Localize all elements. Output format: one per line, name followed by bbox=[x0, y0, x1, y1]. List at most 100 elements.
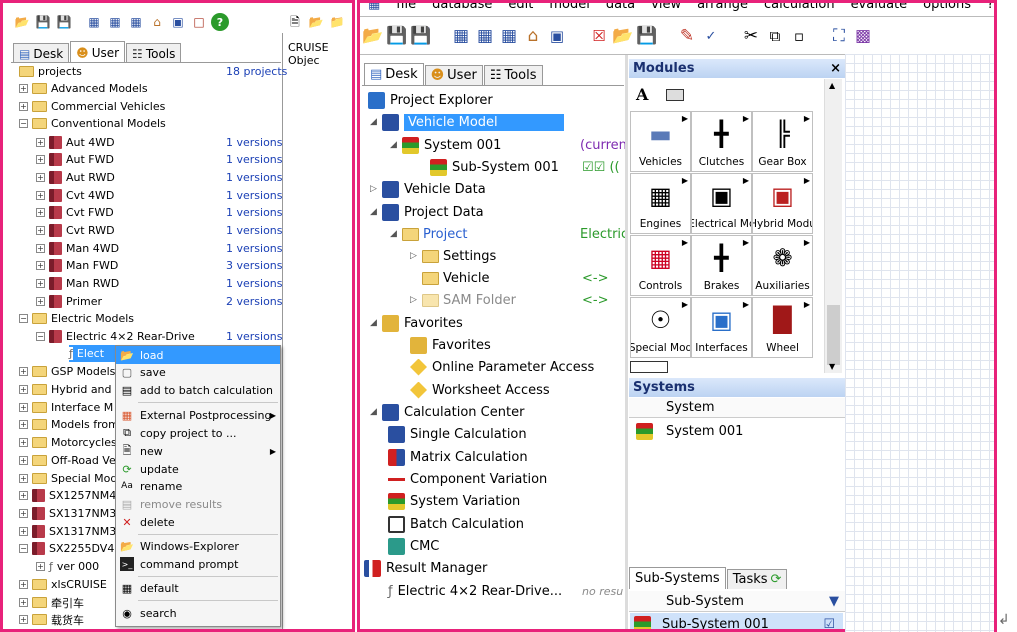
tool-c-icon[interactable]: ▦ bbox=[127, 13, 145, 31]
new-file-icon[interactable]: 🗎 bbox=[286, 13, 304, 31]
tab-desk[interactable]: ▤ Desk bbox=[364, 63, 424, 85]
tree-item[interactable]: + Cvt FWD bbox=[36, 204, 114, 221]
tree-item-result[interactable]: ƒ Electric 4×2 Rear-Drive... bbox=[388, 580, 562, 602]
save-as-icon[interactable]: 💾 bbox=[55, 13, 73, 31]
module-vehicles[interactable]: ▶ ▬ Vehicles bbox=[630, 111, 691, 172]
module-controls[interactable]: ▶ ▦ Controls bbox=[630, 235, 691, 296]
tree-item-single-calc[interactable]: Single Calculation bbox=[388, 423, 527, 445]
expand-icon[interactable]: + bbox=[36, 155, 45, 164]
scroll-down-icon[interactable]: ▼ bbox=[829, 362, 835, 371]
menu-model[interactable]: model bbox=[549, 3, 589, 15]
expand-icon[interactable]: + bbox=[36, 173, 45, 182]
expand-icon[interactable]: + bbox=[19, 598, 28, 607]
copy-icon[interactable]: ⧉ bbox=[766, 27, 784, 45]
expand-icon[interactable]: + bbox=[19, 580, 28, 589]
more-modules-icon[interactable] bbox=[630, 361, 668, 373]
module-engines[interactable]: ▶ ▦ Engines bbox=[630, 173, 691, 234]
menu-view[interactable]: view bbox=[651, 3, 681, 15]
tree-item[interactable]: + xlsCRUISE bbox=[19, 576, 107, 593]
tree-item[interactable]: + Aut 4WD bbox=[36, 134, 115, 151]
menu-database[interactable]: database bbox=[432, 3, 492, 15]
expand-icon[interactable]: + bbox=[19, 84, 28, 93]
text-tool-icon[interactable]: A bbox=[636, 85, 648, 104]
expand-icon[interactable]: + bbox=[19, 615, 28, 624]
modules-scrollbar[interactable]: ▲ ▼ bbox=[824, 79, 842, 373]
expand-arrow-icon[interactable]: ▷ bbox=[370, 184, 382, 194]
tree-item-system-variation[interactable]: System Variation bbox=[388, 490, 520, 512]
expand-icon[interactable]: + bbox=[36, 297, 45, 306]
open-icon[interactable]: 📂 bbox=[307, 13, 325, 31]
menu-item-windows-explorer[interactable]: 📂 Windows-Explorer bbox=[116, 537, 280, 555]
tree-item-projects[interactable]: projects bbox=[19, 63, 82, 80]
menu-item-search[interactable]: ◉ search bbox=[116, 604, 280, 622]
expand-icon[interactable]: + bbox=[19, 509, 28, 518]
tab-tools[interactable]: ☷ Tools bbox=[483, 65, 543, 85]
tab-desk[interactable]: ▤ Desk bbox=[13, 43, 70, 63]
tree-item[interactable]: + Man RWD bbox=[36, 275, 119, 292]
help-icon[interactable]: ? bbox=[211, 13, 229, 31]
tree-item[interactable]: + SX1317NM3 bbox=[19, 523, 116, 540]
menu-options[interactable]: options bbox=[923, 3, 971, 15]
model-tool-c-icon[interactable]: ▦ bbox=[500, 27, 518, 45]
menu-item-copy-project[interactable]: ⧉ copy project to ... bbox=[116, 424, 280, 442]
tree-item-worksheet[interactable]: Worksheet Access bbox=[410, 379, 550, 401]
menu-item-update[interactable]: ⟳ update bbox=[116, 460, 280, 478]
collapse-arrow-icon[interactable]: ◢ bbox=[390, 229, 402, 239]
tree-item[interactable]: − Electric Models bbox=[19, 310, 134, 327]
menu-edit[interactable]: edit bbox=[508, 3, 533, 15]
menu-help[interactable]: ? bbox=[987, 3, 994, 15]
systems-column-header[interactable]: System bbox=[629, 398, 845, 418]
pane-splitter[interactable] bbox=[625, 55, 628, 629]
tree-item-favorites-sub[interactable]: Favorites bbox=[410, 334, 491, 356]
collapse-icon[interactable]: − bbox=[19, 119, 28, 128]
filter-icon[interactable]: ▼ bbox=[829, 594, 839, 609]
scroll-up-icon[interactable]: ▲ bbox=[829, 81, 835, 90]
tree-item[interactable]: + Advanced Models bbox=[19, 80, 148, 97]
tree-item-project-explorer[interactable]: Project Explorer bbox=[368, 89, 493, 111]
module-gearbox[interactable]: ▶ ╠ Gear Box bbox=[752, 111, 813, 172]
module-hybrid[interactable]: ▶ ▣ Hybrid Modu bbox=[752, 173, 813, 234]
tree-item[interactable]: + Off-Road Ve bbox=[19, 452, 116, 469]
module-electrical[interactable]: ▶ ▣ Electrical Mc bbox=[691, 173, 752, 234]
tree-item[interactable]: + Primer bbox=[36, 293, 102, 310]
monitor-icon[interactable]: ▣ bbox=[169, 13, 187, 31]
expand-icon[interactable]: + bbox=[36, 208, 45, 217]
expand-icon[interactable]: + bbox=[19, 456, 28, 465]
expand-icon[interactable]: + bbox=[19, 474, 28, 483]
tree-item-result-manager[interactable]: Result Manager bbox=[364, 557, 487, 579]
expand-icon[interactable]: + bbox=[36, 562, 45, 571]
scroll-thumb[interactable] bbox=[827, 305, 840, 365]
save-icon[interactable]: 💾 bbox=[34, 13, 52, 31]
expand-icon[interactable]: + bbox=[36, 138, 45, 147]
menu-evaluate[interactable]: evaluate bbox=[851, 3, 908, 15]
tree-item-sam-folder[interactable]: ▷ SAM Folder bbox=[410, 289, 516, 311]
expand-icon[interactable]: + bbox=[36, 226, 45, 235]
collapse-arrow-icon[interactable]: ◢ bbox=[370, 117, 382, 127]
folder-icon[interactable]: 📂 bbox=[612, 27, 633, 45]
tree-item-matrix-calc[interactable]: Matrix Calculation bbox=[388, 446, 528, 468]
tree-item-favorites[interactable]: ◢ Favorites bbox=[370, 312, 463, 334]
module-special[interactable]: ▶ ☉ Special Mod bbox=[630, 297, 691, 358]
tree-item[interactable]: + Cvt RWD bbox=[36, 222, 115, 239]
menu-item-delete[interactable]: ✕ delete bbox=[116, 513, 280, 531]
expand-icon[interactable]: + bbox=[19, 102, 28, 111]
collapse-arrow-icon[interactable]: ◢ bbox=[390, 140, 402, 150]
systems-row[interactable]: System 001 bbox=[636, 420, 743, 442]
tree-item-online-parameter[interactable]: Online Parameter Access bbox=[410, 356, 594, 378]
expand-icon[interactable]: + bbox=[19, 385, 28, 394]
collapse-icon[interactable]: − bbox=[19, 314, 28, 323]
tab-user[interactable]: ☻ User bbox=[424, 65, 483, 85]
tree-item-project-data[interactable]: ◢ Project Data bbox=[370, 201, 484, 223]
tab-subsystems[interactable]: Sub-Systems bbox=[629, 567, 726, 589]
tree-item-vehicle-model[interactable]: ◢ Vehicle Model bbox=[370, 111, 564, 133]
menu-item-rename[interactable]: Aa rename bbox=[116, 477, 280, 495]
tree-item[interactable]: − SX2255DV4 bbox=[19, 540, 114, 557]
model-tool-b-icon[interactable]: ▦ bbox=[476, 27, 494, 45]
pen-icon[interactable]: ✎ bbox=[678, 27, 696, 45]
tree-item[interactable]: + Man FWD bbox=[36, 257, 118, 274]
fit-icon[interactable]: ⛶ bbox=[830, 27, 848, 45]
tree-item-system[interactable]: ◢ System 001 bbox=[390, 134, 501, 156]
tab-tasks[interactable]: Tasks ⟳ bbox=[726, 569, 788, 589]
menu-file[interactable]: file bbox=[396, 3, 416, 15]
library-icon[interactable]: ▩ bbox=[854, 27, 872, 45]
